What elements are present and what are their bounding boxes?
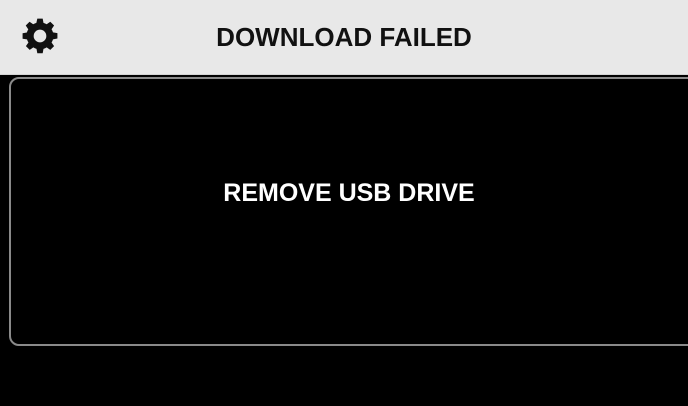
settings-button[interactable] [18, 14, 62, 58]
gear-icon [22, 18, 58, 54]
header-bar: DOWNLOAD FAILED [0, 0, 688, 75]
device-screen: DOWNLOAD FAILED REMOVE USB DRIVE [0, 0, 688, 406]
status-message: REMOVE USB DRIVE [223, 179, 475, 207]
page-title: DOWNLOAD FAILED [216, 22, 472, 52]
